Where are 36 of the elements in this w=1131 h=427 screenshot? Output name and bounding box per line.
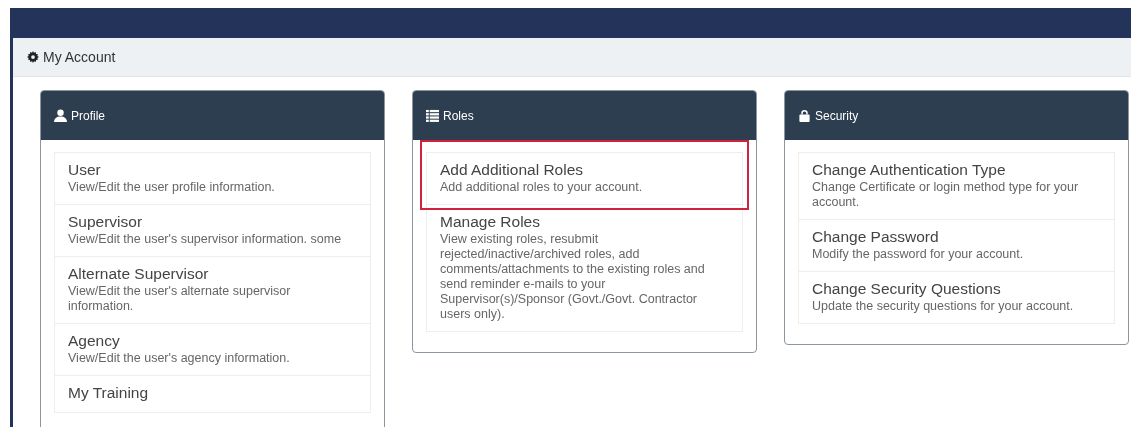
item-description: View/Edit the user's supervisor information. some (68, 232, 343, 247)
item-description: Add additional roles to your account. (440, 180, 644, 195)
item-title: My Training (68, 383, 150, 403)
menu-list-item[interactable]: Add Additional Roles Add additional roles to your account. (427, 153, 742, 204)
item-description: View/Edit the user's alternate supervisor information. (68, 284, 292, 314)
menu-list-item[interactable]: My Training (55, 376, 370, 412)
page-title: My Account (43, 49, 116, 65)
item-title: Change Password (812, 227, 940, 247)
item-description: Modify the password for your account. (812, 247, 1025, 262)
user-icon (54, 109, 67, 122)
menu-list-item[interactable]: Change Security Questions Update the security questions for your account. (799, 272, 1114, 323)
item-description: Change Certificate or login method type for your account. (812, 180, 1080, 210)
item-description: View/Edit the user profile information. (68, 180, 276, 195)
list-icon (426, 109, 439, 122)
panel-title: Profile (71, 108, 105, 123)
item-title: Add Additional Roles (440, 160, 585, 180)
item-title: Agency (68, 331, 121, 351)
panel-title: Roles (443, 108, 474, 123)
panel-title: Security (815, 108, 859, 123)
item-description: View existing roles, resubmit rejected/inactive/archived roles, add comments/attachments to the existing roles and send reminder e-mails to your Supervisor(s)/Sponsor (Govt./Govt. Contractor users only). (440, 232, 706, 322)
menu-list-item[interactable]: Change Password Modify the password for your account. (799, 220, 1114, 271)
menu-list-item[interactable]: Agency View/Edit the user's agency information. (55, 324, 370, 375)
lock-icon (798, 109, 811, 122)
item-title: User (68, 160, 102, 180)
item-title: Supervisor (68, 212, 144, 232)
menu-list-item[interactable]: Supervisor View/Edit the user's supervisor information. some (55, 205, 370, 256)
menu-list-item[interactable]: User View/Edit the user profile information. (55, 153, 370, 204)
menu-list-item[interactable]: Alternate Supervisor View/Edit the user's alternate supervisor information. (55, 257, 370, 323)
item-title: Manage Roles (440, 212, 541, 232)
item-description: Update the security questions for your account. (812, 299, 1075, 314)
item-title: Change Security Questions (812, 279, 1002, 299)
gear-icon (27, 51, 39, 63)
item-description: View/Edit the user's agency information. (68, 351, 291, 366)
item-title: Change Authentication Type (812, 160, 1007, 180)
item-title: Alternate Supervisor (68, 264, 210, 284)
menu-list-item[interactable]: Change Authentication Type Change Certificate or login method type for your account. (799, 153, 1114, 219)
